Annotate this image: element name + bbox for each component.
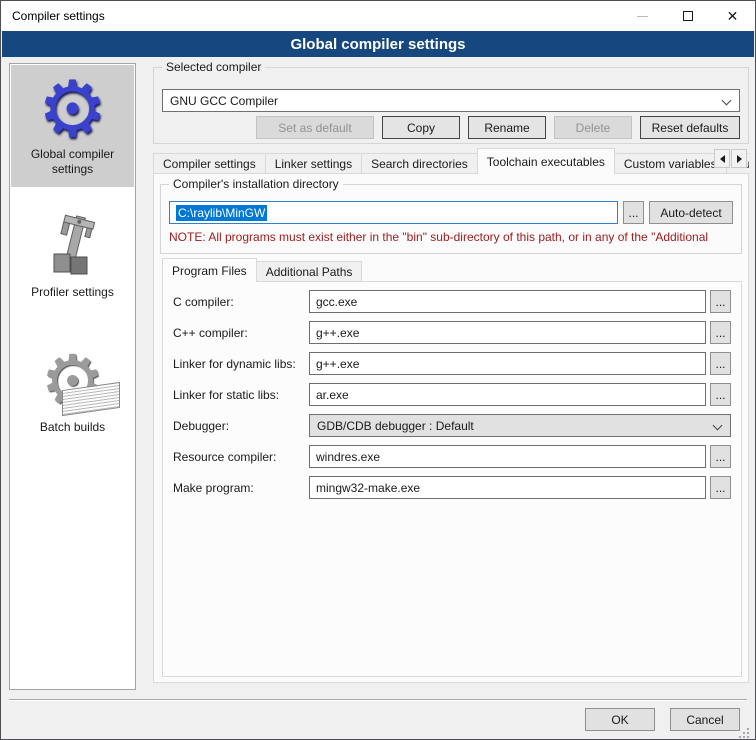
sidebar-item-label: Profiler settings [11, 285, 134, 300]
settings-tab-bar: Compiler settings Linker settings Search… [153, 148, 749, 174]
selected-compiler-group-label: Selected compiler [162, 60, 265, 74]
tab-scroll-right-button[interactable] [731, 149, 747, 168]
debugger-select-value: GDB/CDB debugger : Default [317, 419, 474, 433]
installation-directory-value: C:\raylib\MinGW [176, 205, 267, 221]
field-label: C++ compiler: [173, 326, 309, 340]
dynamic-linker-row: Linker for dynamic libs: g++.exe ... [173, 352, 731, 375]
footer-divider [9, 699, 747, 700]
cpp-compiler-browse-button[interactable]: ... [710, 321, 731, 344]
dynamic-linker-browse-button[interactable]: ... [710, 352, 731, 375]
blue-gear-icon: ⚙ [38, 74, 108, 144]
field-value: g++.exe [316, 357, 359, 371]
arrow-left-icon [720, 155, 725, 163]
tab-search-directories[interactable]: Search directories [361, 153, 478, 174]
directory-browse-button[interactable]: ... [623, 201, 644, 224]
chevron-down-icon [713, 421, 723, 431]
compiler-select[interactable]: GNU GCC Compiler [162, 89, 740, 112]
cpp-compiler-input[interactable]: g++.exe [309, 321, 706, 344]
field-label: C compiler: [173, 295, 309, 309]
selected-compiler-group: Selected compiler GNU GCC Compiler Set a… [153, 67, 749, 144]
tab-compiler-settings[interactable]: Compiler settings [153, 153, 266, 174]
sidebar-item-label: Batch builds [11, 420, 134, 435]
static-linker-browse-button[interactable]: ... [710, 383, 731, 406]
chevron-down-icon [722, 96, 732, 106]
tab-program-files[interactable]: Program Files [162, 258, 257, 282]
field-value: mingw32-make.exe [316, 481, 420, 495]
c-compiler-input[interactable]: gcc.exe [309, 290, 706, 313]
compiler-select-value: GNU GCC Compiler [170, 94, 278, 108]
tab-scroll-left-button[interactable] [714, 149, 730, 168]
c-compiler-row: C compiler: gcc.exe ... [173, 290, 731, 313]
sidebar-item-batch-builds[interactable]: ⚙ Batch builds [11, 338, 134, 435]
tab-additional-paths[interactable]: Additional Paths [256, 261, 363, 282]
ok-button[interactable]: OK [585, 708, 655, 731]
dynamic-linker-input[interactable]: g++.exe [309, 352, 706, 375]
make-program-input[interactable]: mingw32-make.exe [309, 476, 706, 499]
installation-directory-input[interactable]: C:\raylib\MinGW [169, 201, 618, 224]
resize-grip[interactable] [747, 732, 749, 734]
close-button[interactable]: ✕ [710, 1, 755, 31]
field-value: gcc.exe [316, 295, 357, 309]
make-program-browse-button[interactable]: ... [710, 476, 731, 499]
maximize-icon [683, 11, 693, 21]
directory-note-text: NOTE: All programs must exist either in … [169, 230, 740, 244]
sidebar-item-global-compiler-settings[interactable]: ⚙ Global compiler settings [11, 65, 134, 187]
dialog-header-title: Global compiler settings [290, 36, 465, 53]
maximize-button[interactable] [665, 1, 710, 31]
field-label: Resource compiler: [173, 450, 309, 464]
compiler-settings-dialog: Compiler settings ✕ Global compiler sett… [0, 0, 756, 740]
static-linker-input[interactable]: ar.exe [309, 383, 706, 406]
cpp-compiler-row: C++ compiler: g++.exe ... [173, 321, 731, 344]
field-label: Linker for dynamic libs: [173, 357, 309, 371]
cancel-button[interactable]: Cancel [670, 708, 740, 731]
auto-detect-button[interactable]: Auto-detect [649, 201, 733, 224]
resource-compiler-browse-button[interactable]: ... [710, 445, 731, 468]
caliper-icon [38, 212, 108, 282]
copy-button[interactable]: Copy [382, 116, 460, 139]
installation-directory-group-label: Compiler's installation directory [169, 177, 343, 191]
set-as-default-button: Set as default [256, 116, 374, 139]
sidebar-item-profiler-settings[interactable]: Profiler settings [11, 203, 134, 300]
resource-compiler-input[interactable]: windres.exe [309, 445, 706, 468]
make-program-row: Make program: mingw32-make.exe ... [173, 476, 731, 499]
field-value: ar.exe [316, 388, 349, 402]
tab-toolchain-executables[interactable]: Toolchain executables [477, 148, 615, 174]
arrow-right-icon [737, 155, 742, 163]
programs-tab-bar: Program Files Additional Paths [162, 258, 361, 282]
field-label: Make program: [173, 481, 309, 495]
c-compiler-browse-button[interactable]: ... [710, 290, 731, 313]
rename-button[interactable]: Rename [468, 116, 546, 139]
toolchain-executables-page: Compiler's installation directory C:\ray… [153, 173, 749, 683]
close-icon: ✕ [727, 9, 739, 23]
dialog-header: Global compiler settings [2, 31, 754, 57]
debugger-row: Debugger: GDB/CDB debugger : Default [173, 414, 731, 437]
field-value: g++.exe [316, 326, 359, 340]
reset-defaults-button[interactable]: Reset defaults [640, 116, 740, 139]
field-label: Debugger: [173, 419, 309, 433]
tab-custom-variables[interactable]: Custom variables [614, 153, 727, 174]
field-label: Linker for static libs: [173, 388, 309, 402]
debugger-select[interactable]: GDB/CDB debugger : Default [309, 414, 731, 437]
program-files-panel: C compiler: gcc.exe ... C++ compiler: g+… [162, 281, 742, 677]
tab-linker-settings[interactable]: Linker settings [265, 153, 362, 174]
delete-button: Delete [554, 116, 632, 139]
minimize-icon [637, 16, 648, 17]
field-value: windres.exe [316, 450, 380, 464]
static-linker-row: Linker for static libs: ar.exe ... [173, 383, 731, 406]
installation-directory-group: Compiler's installation directory C:\ray… [160, 184, 742, 254]
window-title: Compiler settings [1, 9, 105, 23]
settings-category-list: ⚙ Global compiler settings Profiler s [9, 63, 136, 690]
resource-compiler-row: Resource compiler: windres.exe ... [173, 445, 731, 468]
minimize-button [620, 1, 665, 31]
